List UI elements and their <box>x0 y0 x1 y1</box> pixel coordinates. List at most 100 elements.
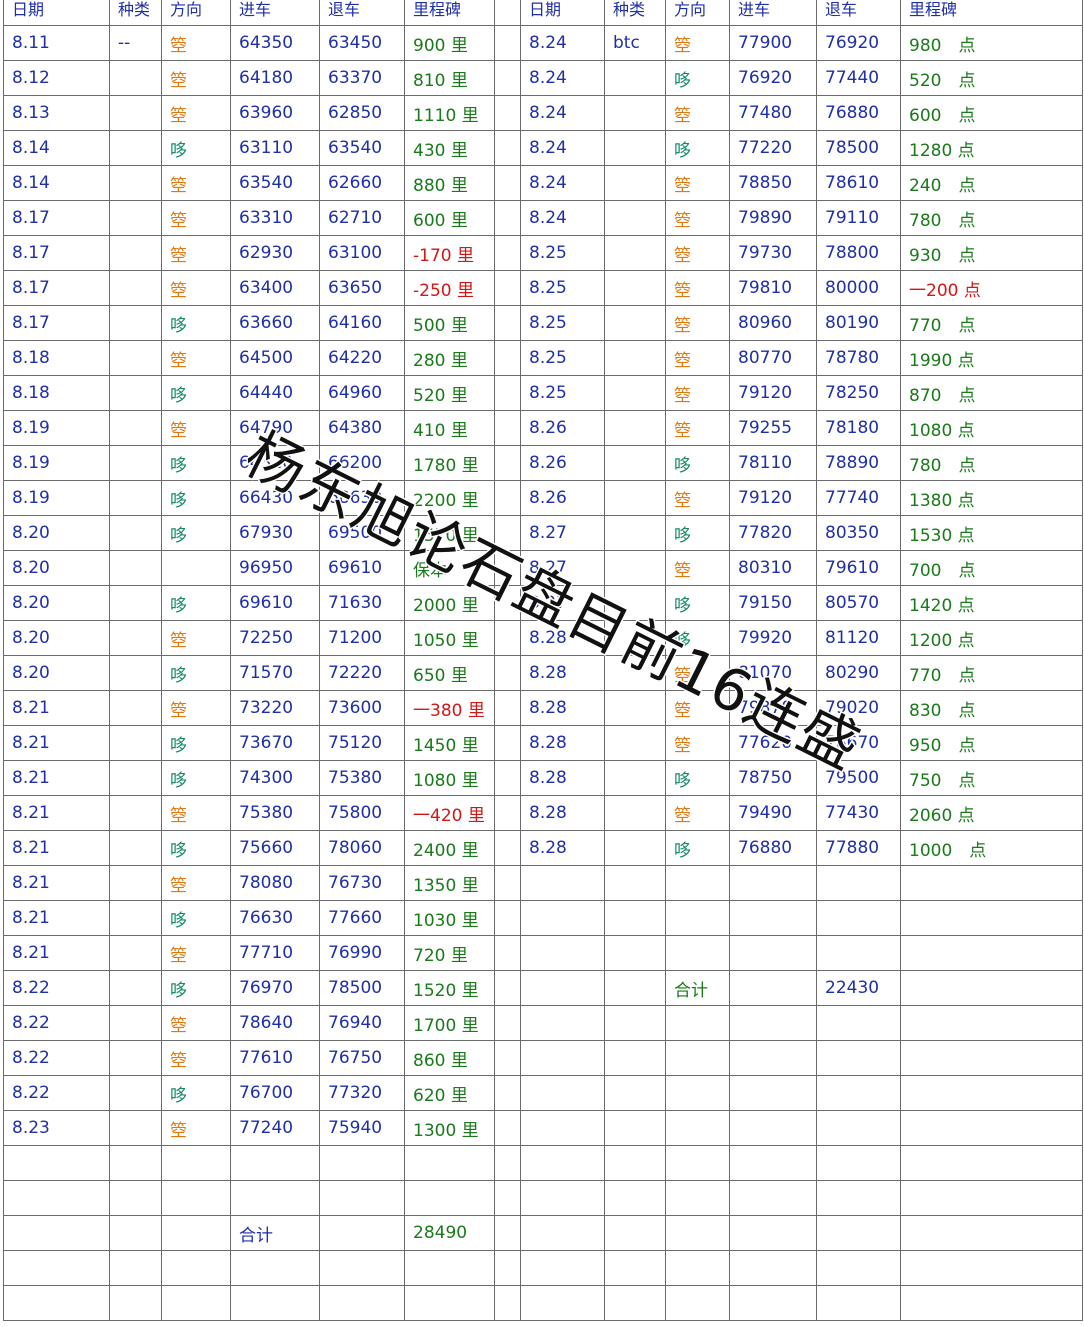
exit-cell: 77740 <box>816 480 901 516</box>
exit-cell: 72220 <box>319 655 405 691</box>
milestone-cell: 780 点 <box>900 445 1083 481</box>
direction-cell: 箜 <box>665 340 730 376</box>
type-cell <box>109 235 162 271</box>
table-row: 8.19 哆 64320 66200 1780 里 8.26 哆 78110 78890 780 … <box>3 445 1083 481</box>
column-header: 日期 <box>520 0 605 26</box>
column-header: 里程碑 <box>404 0 495 26</box>
milestone-cell: 950 点 <box>900 725 1083 761</box>
gap-cell <box>494 690 521 726</box>
entry-cell: 76880 <box>729 830 817 866</box>
milestone-cell: 980 点 <box>900 25 1083 61</box>
milestone-cell: 1050 里 <box>404 620 495 656</box>
milestone-cell: 1530 点 <box>900 515 1083 551</box>
exit-cell <box>319 1215 405 1251</box>
table-row: 8.23 箜 77240 75940 1300 里 <box>3 1110 1083 1146</box>
direction-cell <box>665 1075 730 1111</box>
exit-cell: 78060 <box>319 830 405 866</box>
milestone-cell: 1000 点 <box>900 830 1083 866</box>
date-cell <box>520 970 605 1006</box>
entry-cell <box>230 1250 320 1286</box>
date-cell: 8.22 <box>3 1075 110 1111</box>
direction-cell: 哆 <box>161 585 231 621</box>
date-cell: 8.18 <box>3 340 110 376</box>
milestone-cell: 1080 点 <box>900 410 1083 446</box>
entry-cell <box>729 1005 817 1041</box>
direction-cell <box>665 1005 730 1041</box>
type-cell <box>604 95 666 131</box>
date-cell <box>3 1215 110 1251</box>
date-cell: 8.24 <box>520 95 605 131</box>
gap-cell <box>494 900 521 936</box>
exit-cell: 81120 <box>816 620 901 656</box>
date-cell: 8.21 <box>3 865 110 901</box>
gap-cell <box>494 305 521 341</box>
table-row <box>3 1285 1083 1321</box>
gap-cell <box>494 130 521 166</box>
direction-cell: 箜 <box>161 25 231 61</box>
entry-cell <box>729 1250 817 1286</box>
type-cell <box>604 1250 666 1286</box>
gap-cell <box>494 620 521 656</box>
direction-cell <box>161 1215 231 1251</box>
type-cell <box>109 1250 162 1286</box>
milestone-cell: 280 里 <box>404 340 495 376</box>
date-cell: 8.25 <box>520 375 605 411</box>
date-cell: 8.14 <box>3 130 110 166</box>
milestone-cell: 770 点 <box>900 655 1083 691</box>
type-cell <box>109 305 162 341</box>
gap-cell <box>494 410 521 446</box>
date-cell: 8.26 <box>520 410 605 446</box>
type-cell <box>604 1145 666 1181</box>
date-cell: 8.28 <box>520 725 605 761</box>
milestone-cell: 1080 里 <box>404 760 495 796</box>
date-cell: 8.28 <box>520 690 605 726</box>
header-row: 日期 种类 方向 进车 退车 里程碑 日期 种类 方向 进车 退车 里程碑 <box>3 0 1083 26</box>
type-cell <box>109 1145 162 1181</box>
gap-cell <box>494 865 521 901</box>
exit-cell: 76880 <box>816 95 901 131</box>
milestone-cell: 1110 里 <box>404 95 495 131</box>
type-cell <box>109 515 162 551</box>
date-cell <box>520 1040 605 1076</box>
type-cell <box>604 1110 666 1146</box>
direction-cell: 箜 <box>665 95 730 131</box>
date-cell: 8.21 <box>3 690 110 726</box>
type-cell <box>604 235 666 271</box>
type-cell <box>604 760 666 796</box>
gap-cell <box>494 655 521 691</box>
date-cell: 8.24 <box>520 25 605 61</box>
type-cell <box>604 305 666 341</box>
table-row: 8.17 箜 62930 63100 -170 里 8.25 箜 79730 78800 930 … <box>3 235 1083 271</box>
date-cell: 8.28 <box>520 760 605 796</box>
milestone-cell: 700 点 <box>900 550 1083 586</box>
date-cell: 8.17 <box>3 235 110 271</box>
gap-cell <box>494 760 521 796</box>
date-cell <box>520 935 605 971</box>
direction-cell: 箜 <box>161 690 231 726</box>
gap-cell <box>494 1075 521 1111</box>
type-cell <box>109 900 162 936</box>
entry-cell: 76630 <box>230 900 320 936</box>
direction-cell <box>665 865 730 901</box>
entry-cell: 79120 <box>729 375 817 411</box>
total-label: 合计 <box>230 1215 320 1251</box>
type-cell <box>109 690 162 726</box>
milestone-cell: 810 里 <box>404 60 495 96</box>
direction-cell: 箜 <box>161 1040 231 1076</box>
exit-cell: 78610 <box>816 165 901 201</box>
table-row: 8.21 哆 73670 75120 1450 里 8.28 箜 77620 78670 950 … <box>3 725 1083 761</box>
date-cell: 8.18 <box>3 375 110 411</box>
direction-cell <box>161 1145 231 1181</box>
direction-cell <box>665 1180 730 1216</box>
type-cell <box>604 935 666 971</box>
milestone-cell: 2400 里 <box>404 830 495 866</box>
date-cell <box>520 1180 605 1216</box>
entry-cell: 79730 <box>729 235 817 271</box>
date-cell: 8.20 <box>3 620 110 656</box>
milestone-cell <box>900 1215 1083 1251</box>
exit-cell: 80350 <box>816 515 901 551</box>
milestone-cell: 1700 里 <box>404 1005 495 1041</box>
entry-cell: 62930 <box>230 235 320 271</box>
date-cell: 8.14 <box>3 165 110 201</box>
type-cell <box>604 375 666 411</box>
